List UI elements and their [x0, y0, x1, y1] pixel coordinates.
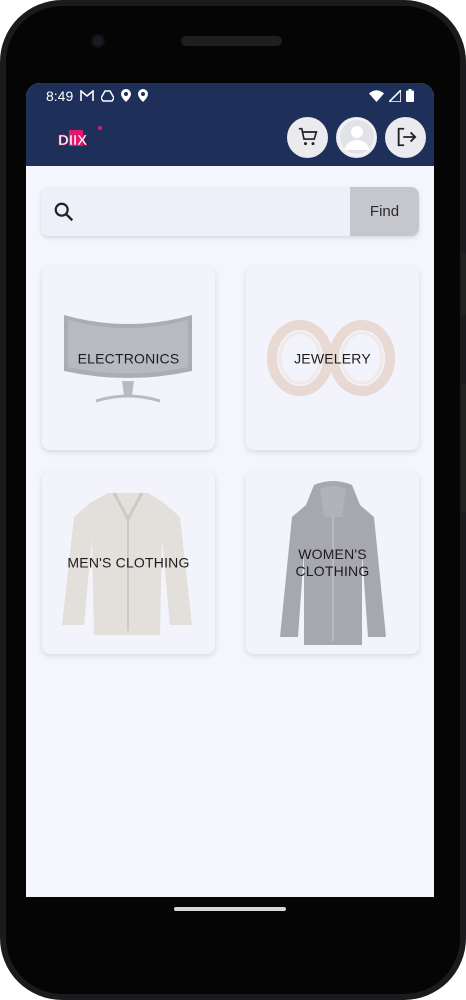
phone-frame: 8:49 DIIX Find ELECTRONICS JEWELERY MEN'…: [0, 0, 466, 1000]
signal-icon: [389, 89, 401, 102]
search-icon: [54, 202, 74, 221]
search-icon-wrapper: [41, 201, 87, 223]
home-indicator[interactable]: [174, 907, 286, 911]
earpiece-speaker: [181, 36, 282, 46]
profile-icon: [337, 118, 376, 156]
search-bar: Find: [41, 187, 419, 236]
status-bar: 8:49: [26, 83, 434, 108]
category-card-womens-clothing[interactable]: WOMEN'S CLOTHING: [246, 471, 419, 654]
find-button[interactable]: Find: [350, 187, 419, 236]
profile-button[interactable]: [336, 116, 377, 158]
search-input[interactable]: [87, 187, 350, 236]
category-label: ELECTRONICS: [77, 350, 180, 366]
category-label: JEWELERY: [294, 350, 371, 366]
drive-icon: [101, 89, 115, 102]
category-label: MEN'S CLOTHING: [67, 554, 190, 570]
status-time: 8:49: [46, 87, 74, 104]
category-label: WOMEN'S CLOTHING: [295, 545, 370, 579]
app-screen: 8:49 DIIX Find ELECTRONICS JEWELERY MEN'…: [26, 83, 434, 897]
diix-logo[interactable]: DIIX: [56, 122, 104, 152]
battery-icon: [406, 89, 414, 102]
location-icon: [121, 89, 132, 102]
cart-icon: [298, 127, 317, 146]
location-icon: [138, 89, 149, 102]
power-button: [461, 383, 466, 513]
category-card-electronics[interactable]: ELECTRONICS: [42, 267, 215, 450]
logout-icon: [397, 127, 416, 147]
wifi-icon: [369, 89, 384, 102]
logout-button[interactable]: [385, 116, 426, 158]
app-bar: DIIX: [26, 108, 434, 166]
cart-button[interactable]: [287, 116, 328, 158]
volume-button: [461, 253, 466, 315]
category-card-mens-clothing[interactable]: MEN'S CLOTHING: [42, 471, 215, 654]
gmail-icon: [80, 89, 95, 101]
front-camera: [91, 34, 105, 48]
category-card-jewelery[interactable]: JEWELERY: [246, 267, 419, 450]
svg-text:DIIX: DIIX: [58, 132, 87, 149]
